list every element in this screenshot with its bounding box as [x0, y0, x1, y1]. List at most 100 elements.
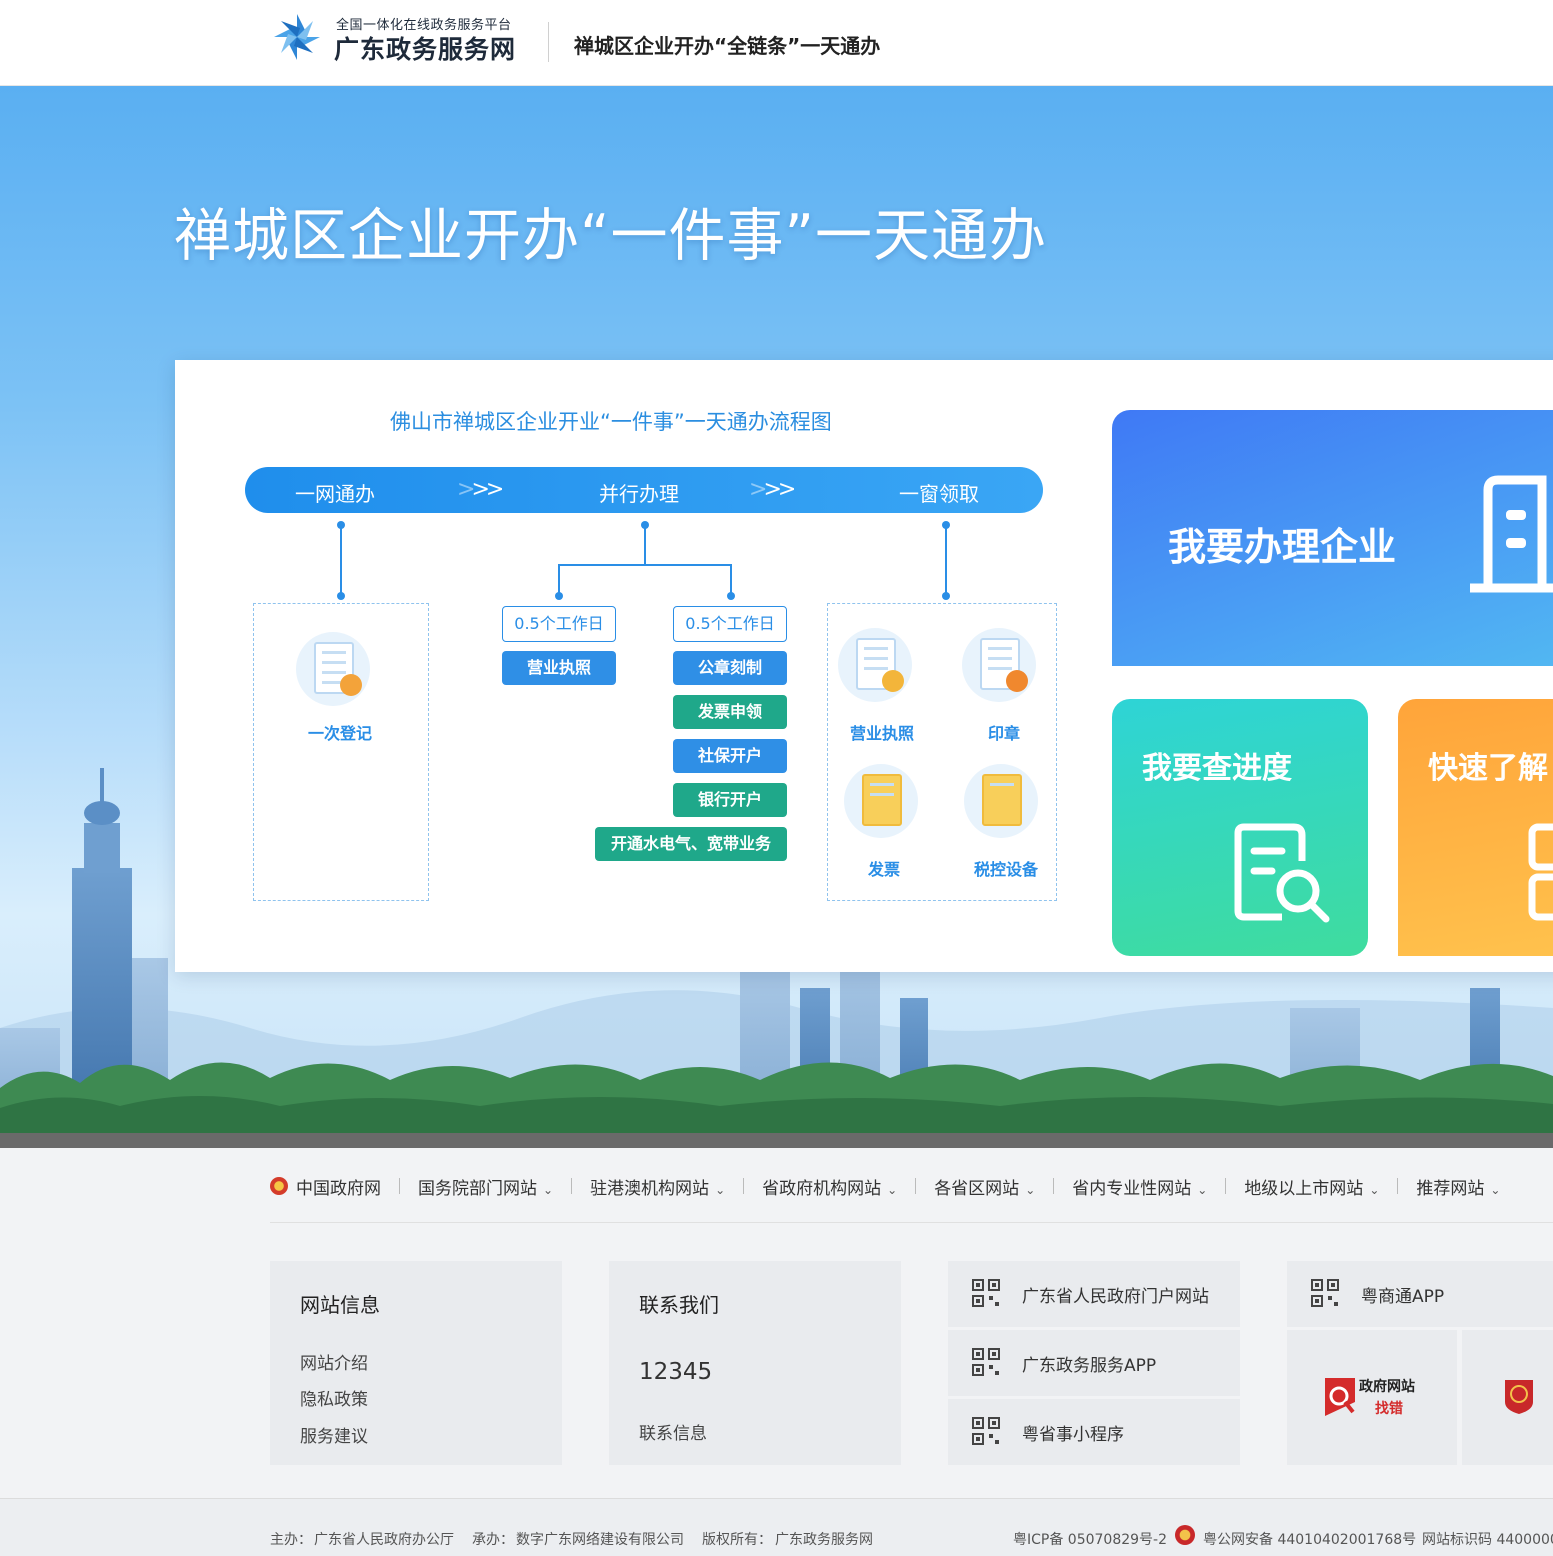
- chevron-right-icon: >>>: [457, 477, 504, 502]
- step-register-box: 一次登记: [253, 603, 429, 901]
- connector-line: [644, 525, 646, 565]
- qr-code-icon: [1311, 1279, 1339, 1307]
- task-business-license: 营业执照: [502, 651, 616, 685]
- task-utilities: 开通水电气、宽带业务: [595, 827, 787, 861]
- qr-label: 广东省人民政府门户网站: [1022, 1287, 1209, 1307]
- qr-code-icon: [972, 1279, 1000, 1307]
- qr-label: 粤省事小程序: [1022, 1425, 1124, 1445]
- pickup-invoice-label: 发票: [867, 860, 900, 879]
- link-separator: [399, 1178, 400, 1194]
- card-quick-learn[interactable]: 快速了解: [1398, 699, 1553, 956]
- pickup-seal-label: 印章: [987, 724, 1020, 743]
- time-badge: 0.5个工作日: [673, 606, 787, 642]
- qr-link-yss-miniprogram[interactable]: 粤省事小程序: [948, 1399, 1240, 1465]
- contact-box: 联系我们 12345 联系信息: [609, 1261, 901, 1465]
- chevron-down-icon: ⌄: [887, 1182, 898, 1197]
- link-service-suggestion[interactable]: 服务建议: [300, 1422, 368, 1447]
- find-error-logo-icon: [1325, 1378, 1355, 1416]
- connector-dot: [337, 592, 345, 600]
- link-contact-info[interactable]: 联系信息: [639, 1419, 707, 1444]
- stage-pickup: 一窗领取: [899, 482, 979, 506]
- header-divider: [548, 22, 549, 62]
- link-state-council-depts[interactable]: 国务院部门网站 ⌄: [418, 1174, 553, 1199]
- find-error-line1: 政府网站: [1359, 1379, 1415, 1395]
- chevron-down-icon: ⌄: [1197, 1182, 1208, 1197]
- police-record-link[interactable]: 粤公网安备 44010402001768号: [1203, 1529, 1416, 1549]
- grid-icon: [1528, 823, 1553, 921]
- chevron-right-icon: >>>: [749, 477, 796, 502]
- qr-code-icon: [972, 1417, 1000, 1445]
- footer-divider: [270, 1222, 1553, 1223]
- contact-phone: 12345: [639, 1359, 713, 1385]
- time-badge: 0.5个工作日: [502, 606, 616, 642]
- national-emblem-icon: [270, 1177, 288, 1195]
- connector-dot: [727, 592, 735, 600]
- police-badge-icon: [1175, 1525, 1195, 1545]
- task-invoice-application: 发票申领: [673, 695, 787, 729]
- document-search-icon: [1234, 823, 1330, 923]
- connector-line: [730, 564, 732, 594]
- link-separator: [1053, 1178, 1055, 1194]
- seal-document-icon: [962, 628, 1036, 702]
- connector-line: [340, 525, 342, 595]
- stage-online: 一网通办: [295, 482, 375, 506]
- task-social-security: 社保开户: [673, 739, 787, 773]
- undertake-label: 承办：: [472, 1532, 514, 1548]
- card-quick-learn-label: 快速了解: [1428, 751, 1548, 786]
- site-code: 网站标识码 4400000: [1422, 1532, 1553, 1548]
- invoice-folder-icon: [844, 764, 918, 838]
- copyright-value: 广东政务服务网: [775, 1532, 873, 1548]
- page-title: 禅城区企业开办“全链条”一天通办: [574, 34, 881, 58]
- link-hk-macao-offices[interactable]: 驻港澳机构网站 ⌄: [590, 1174, 725, 1199]
- tax-device-icon: [964, 764, 1038, 838]
- link-recommended-sites[interactable]: 推荐网站 ⌄: [1416, 1174, 1500, 1199]
- link-professional-sites[interactable]: 省内专业性网站 ⌄: [1072, 1174, 1207, 1199]
- connector-dot: [942, 592, 950, 600]
- site-info-title: 网站信息: [300, 1293, 380, 1317]
- qr-link-gd-app[interactable]: 广东政务服务APP: [948, 1330, 1240, 1396]
- qr-code-icon: [972, 1348, 1000, 1376]
- card-check-progress[interactable]: 我要查进度: [1112, 699, 1368, 956]
- building-icon: [1470, 475, 1553, 593]
- party-gov-badge[interactable]: [1462, 1330, 1553, 1465]
- logo-title[interactable]: 广东政务服务网: [334, 30, 516, 66]
- site-info-box: 网站信息 网站介绍 隐私政策 服务建议: [270, 1261, 562, 1465]
- related-links-row: 中国政府网 国务院部门网站 ⌄ 驻港澳机构网站 ⌄ 省政府机构网站 ⌄ 各省区网站 ⌄ …: [270, 1172, 1500, 1200]
- link-site-intro[interactable]: 网站介绍: [300, 1349, 368, 1374]
- qr-link-yst-app[interactable]: 粤商通APP: [1287, 1261, 1553, 1327]
- footer-bottom-bar: 主办： 广东省人民政府办公厅 承办： 数字广东网络建设有限公司 版权所有： 广东…: [0, 1498, 1553, 1556]
- connector-dot: [555, 592, 563, 600]
- link-china-gov[interactable]: 中国政府网: [296, 1174, 381, 1199]
- link-separator: [1397, 1178, 1399, 1194]
- connector-line: [945, 525, 947, 595]
- qr-link-gd-portal[interactable]: 广东省人民政府门户网站: [948, 1261, 1240, 1327]
- icp-link[interactable]: 粤ICP备 05070829号-2: [1013, 1529, 1167, 1549]
- pickup-tax-device-label: 税控设备: [973, 860, 1038, 879]
- contact-title: 联系我们: [639, 1293, 719, 1317]
- connector-line: [558, 564, 560, 594]
- find-error-line2: 找错: [1375, 1401, 1403, 1417]
- link-provincial-agencies[interactable]: 省政府机构网站 ⌄: [762, 1174, 897, 1199]
- gov-site-find-error-badge[interactable]: 政府网站 找错: [1287, 1330, 1457, 1465]
- chevron-down-icon: ⌄: [1369, 1182, 1380, 1197]
- link-separator: [743, 1178, 745, 1194]
- link-provinces[interactable]: 各省区网站 ⌄: [934, 1174, 1035, 1199]
- card-check-progress-label: 我要查进度: [1142, 751, 1292, 786]
- stage-parallel: 并行办理: [599, 482, 679, 506]
- site-header: 全国一体化在线政务服务平台 广东政务服务网 禅城区企业开办“全链条”一天通办: [0, 0, 1553, 86]
- site-footer: 中国政府网 国务院部门网站 ⌄ 驻港澳机构网站 ⌄ 省政府机构网站 ⌄ 各省区网站 ⌄ …: [0, 1148, 1553, 1556]
- task-bank-account: 银行开户: [673, 783, 787, 817]
- flow-chart-title: 佛山市禅城区企业开业“一件事”一天通办流程图: [390, 410, 832, 434]
- windmill-logo-icon[interactable]: [270, 10, 324, 64]
- host-label: 主办：: [270, 1532, 312, 1548]
- register-form-icon: [296, 632, 370, 706]
- party-gov-emblem-icon: [1505, 1380, 1533, 1414]
- chevron-down-icon: ⌄: [1490, 1182, 1501, 1197]
- card-handle-business[interactable]: 我要办理企业: [1112, 410, 1553, 666]
- link-city-sites[interactable]: 地级以上市网站 ⌄: [1244, 1174, 1379, 1199]
- undertake-value: 数字广东网络建设有限公司: [516, 1532, 684, 1548]
- license-document-icon: [838, 628, 912, 702]
- link-privacy-policy[interactable]: 隐私政策: [300, 1385, 368, 1410]
- copyright-label: 版权所有：: [702, 1532, 772, 1548]
- link-separator: [571, 1178, 573, 1194]
